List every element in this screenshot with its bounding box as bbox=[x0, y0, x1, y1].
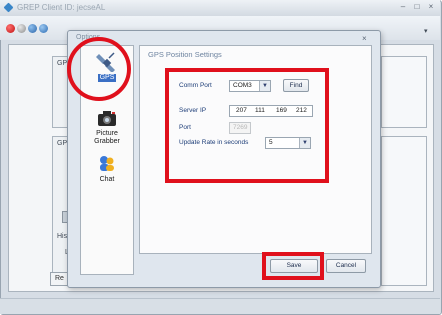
camera-icon bbox=[98, 111, 116, 126]
help-button[interactable] bbox=[39, 24, 48, 33]
nav-label-chat: Chat bbox=[99, 176, 115, 183]
toolbar-overflow-icon[interactable]: ▾ bbox=[424, 27, 428, 35]
nav-label-picture-grabber: Picture Grabber bbox=[94, 130, 120, 145]
stop-button[interactable] bbox=[17, 24, 26, 33]
cancel-button[interactable]: Cancel bbox=[326, 259, 366, 273]
right-panel-bottom bbox=[381, 136, 427, 286]
nav-item-picture-grabber[interactable]: Picture Grabber bbox=[86, 110, 128, 146]
maximize-button[interactable]: □ bbox=[412, 2, 422, 12]
dialog-close-button[interactable]: × bbox=[362, 34, 367, 43]
right-panel-top bbox=[381, 56, 427, 128]
record-button[interactable] bbox=[6, 24, 15, 33]
save-highlight-box bbox=[262, 252, 324, 280]
settings-button[interactable] bbox=[28, 24, 37, 33]
close-window-button[interactable]: × bbox=[426, 2, 436, 12]
history-label: His bbox=[57, 233, 68, 240]
chat-icon bbox=[100, 156, 114, 171]
settings-highlight-box bbox=[165, 68, 329, 183]
gps-highlight-circle bbox=[67, 37, 131, 101]
nav-item-chat[interactable]: Chat bbox=[86, 155, 128, 184]
status-bar bbox=[0, 298, 440, 314]
section-title: GPS Position Settings bbox=[148, 50, 222, 59]
minimize-button[interactable]: – bbox=[398, 2, 408, 12]
window-title: GREP Client ID: jecseAL bbox=[17, 3, 106, 12]
